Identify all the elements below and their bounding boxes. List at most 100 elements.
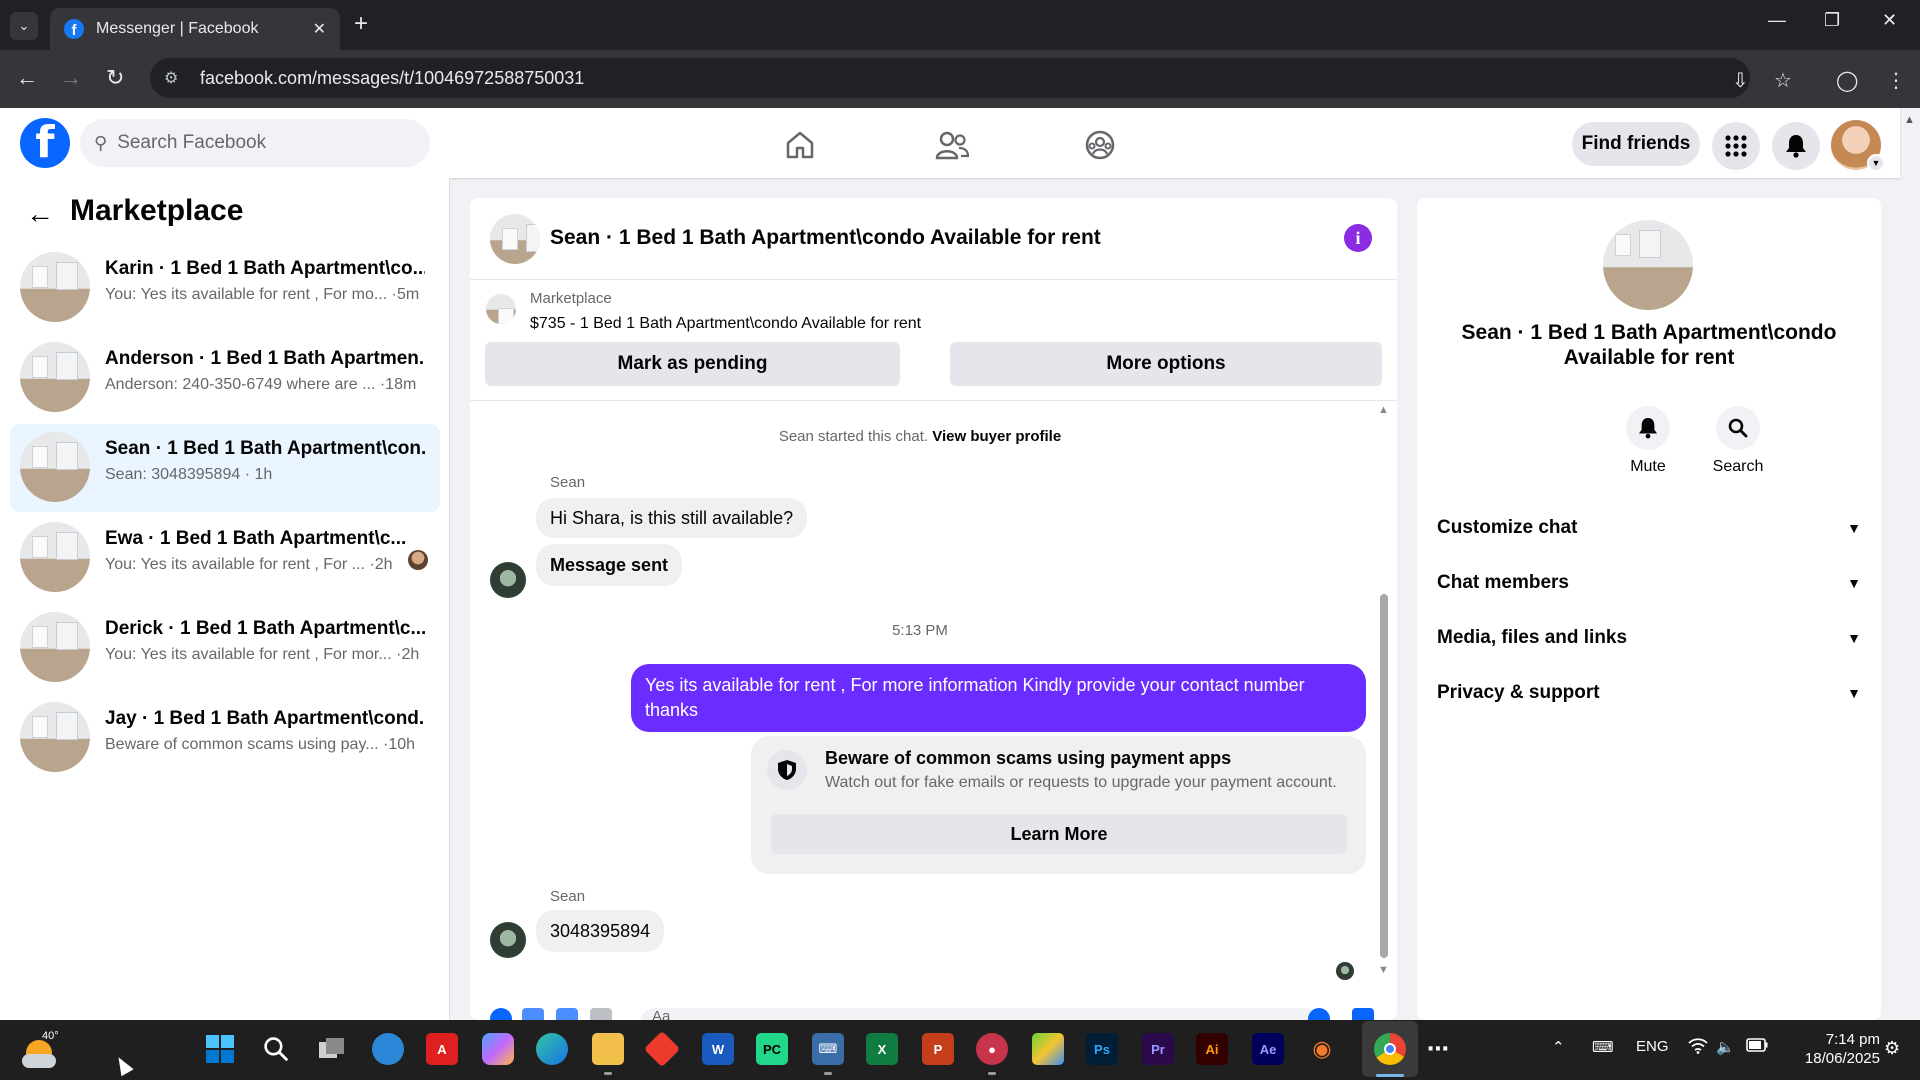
more-apps-icon[interactable]: ⋯ — [1422, 1033, 1454, 1065]
maps-icon[interactable] — [372, 1033, 404, 1065]
volume-icon[interactable]: 🔈 — [1716, 1038, 1735, 1056]
listing-price-title[interactable]: $735 - 1 Bed 1 Bath Apartment\condo Avai… — [530, 315, 921, 333]
photo-icon[interactable] — [522, 1008, 544, 1020]
page-scroll-up-icon[interactable]: ▲ — [1904, 114, 1915, 126]
illustrator-icon[interactable]: Ai — [1196, 1033, 1228, 1065]
conversation-item[interactable]: Jay · 1 Bed 1 Bath Apartment\cond... Bew… — [10, 694, 440, 782]
scroll-up-icon[interactable]: ▲ — [1378, 404, 1389, 416]
anydesk-icon[interactable] — [643, 1030, 681, 1068]
premiere-icon[interactable]: Pr — [1142, 1033, 1174, 1065]
after-effects-icon[interactable]: Ae — [1252, 1033, 1284, 1065]
recorder-icon[interactable]: ● — [976, 1033, 1008, 1065]
mark-as-pending-button[interactable]: Mark as pending — [485, 342, 900, 386]
incoming-message[interactable]: 3048395894 — [536, 910, 665, 952]
sticker-icon[interactable] — [556, 1008, 578, 1020]
minimize-icon[interactable]: — — [1768, 10, 1786, 31]
input-language[interactable]: ENG — [1636, 1038, 1669, 1055]
word-icon[interactable]: W — [702, 1033, 734, 1065]
chat-scrollbar[interactable]: ▲ ▼ — [1378, 404, 1390, 976]
conversation-item[interactable]: Derick · 1 Bed 1 Bath Apartment\c... You… — [10, 604, 440, 692]
file-explorer-icon[interactable] — [592, 1033, 624, 1065]
like-icon[interactable] — [1352, 1008, 1374, 1020]
blender-icon[interactable]: ◉ — [1306, 1033, 1338, 1065]
profile-icon[interactable]: ◯ — [1836, 68, 1858, 93]
keyboard-icon[interactable]: ⌨ — [1592, 1038, 1614, 1056]
bluestacks-icon[interactable] — [1032, 1033, 1064, 1065]
groups-icon[interactable] — [1080, 128, 1120, 162]
chat-listing-thumbnail[interactable] — [490, 214, 540, 264]
notification-center-icon[interactable]: ⚙ — [1884, 1038, 1900, 1059]
gif-icon[interactable] — [590, 1008, 612, 1020]
start-icon[interactable] — [204, 1033, 236, 1065]
message-input[interactable]: Aa — [640, 1008, 1320, 1020]
customize-chat-section[interactable]: Customize chat ▼ — [1437, 508, 1861, 548]
scroll-thumb[interactable] — [1380, 594, 1388, 958]
info-icon[interactable]: i — [1344, 224, 1372, 252]
copilot-icon[interactable] — [482, 1033, 514, 1065]
photoshop-icon[interactable]: Ps — [1086, 1033, 1118, 1065]
edge-icon[interactable] — [536, 1033, 568, 1065]
menu-grid-icon[interactable] — [1712, 122, 1760, 170]
listing-photo[interactable] — [1603, 220, 1693, 310]
tray-chevron-up-icon[interactable]: ⌃ — [1552, 1038, 1565, 1056]
incoming-message[interactable]: Message sent — [536, 544, 683, 586]
system-clock[interactable]: 7:14 pm 18/06/2025 — [1780, 1030, 1880, 1068]
facebook-search-input[interactable]: ⚲ Search Facebook — [80, 119, 430, 167]
friends-icon[interactable] — [932, 128, 972, 162]
emoji-icon[interactable] — [1308, 1008, 1330, 1020]
excel-icon[interactable]: X — [866, 1033, 898, 1065]
weather-widget[interactable]: 40° — [22, 1030, 59, 1068]
outgoing-message[interactable]: Yes its available for rent , For more in… — [631, 664, 1366, 732]
scroll-down-icon[interactable]: ▼ — [1378, 964, 1389, 976]
battery-icon[interactable] — [1746, 1038, 1768, 1056]
restore-icon[interactable]: ❐ — [1824, 10, 1840, 31]
browser-menu-icon[interactable]: ⋮ — [1886, 68, 1906, 93]
taskbar-search-icon[interactable] — [260, 1033, 292, 1065]
pycharm-icon[interactable]: PC — [756, 1033, 788, 1065]
notifications-bell-icon[interactable] — [1772, 122, 1820, 170]
learn-more-button[interactable]: Learn More — [771, 814, 1347, 854]
account-avatar[interactable]: ▼ — [1831, 120, 1885, 172]
conversation-item[interactable]: Ewa · 1 Bed 1 Bath Apartment\c... You: Y… — [10, 514, 440, 602]
plus-icon[interactable] — [490, 1008, 512, 1020]
search-icon[interactable] — [1716, 406, 1760, 450]
site-settings-icon[interactable]: ⚙ — [164, 68, 186, 88]
more-options-button[interactable]: More options — [950, 342, 1382, 386]
incoming-message[interactable]: Hi Shara, is this still available? — [536, 498, 808, 538]
chrome-icon[interactable] — [1374, 1033, 1406, 1065]
task-view-icon[interactable] — [316, 1033, 348, 1065]
acrobat-icon[interactable]: A — [426, 1033, 458, 1065]
media-files-links-section[interactable]: Media, files and links ▼ — [1437, 618, 1861, 658]
back-arrow-icon[interactable]: ← — [26, 198, 54, 230]
conversation-item-active[interactable]: Sean · 1 Bed 1 Bath Apartment\con... Sea… — [10, 424, 440, 512]
powerpoint-icon[interactable]: P — [922, 1033, 954, 1065]
new-tab-button[interactable]: + — [354, 12, 368, 36]
search-action[interactable]: Search — [1698, 406, 1778, 476]
reload-icon[interactable]: ↻ — [106, 66, 124, 90]
keyboard-app-icon[interactable]: ⌨ — [812, 1033, 844, 1065]
sender-avatar[interactable] — [490, 922, 526, 958]
tab-search-dropdown[interactable]: ⌄ — [10, 12, 38, 40]
bookmark-star-icon[interactable]: ☆ — [1774, 68, 1792, 93]
home-icon[interactable] — [780, 128, 820, 162]
window-close-icon[interactable]: ✕ — [1882, 10, 1897, 31]
privacy-support-section[interactable]: Privacy & support ▼ — [1437, 673, 1861, 713]
address-bar[interactable]: ⚙ facebook.com/messages/t/10046972588750… — [150, 58, 1750, 98]
browser-tab[interactable]: f Messenger | Facebook ✕ — [50, 8, 340, 50]
back-arrow-icon[interactable]: ← — [16, 66, 38, 90]
chat-members-section[interactable]: Chat members ▼ — [1437, 563, 1861, 603]
conversation-item[interactable]: Karin · 1 Bed 1 Bath Apartment\co... You… — [10, 244, 440, 332]
conversation-item[interactable]: Anderson · 1 Bed 1 Bath Apartmen... Ande… — [10, 334, 440, 422]
find-friends-button[interactable]: Find friends — [1572, 122, 1700, 166]
forward-arrow-icon[interactable]: → — [60, 66, 82, 90]
account-chevron-icon[interactable]: ▼ — [1867, 154, 1885, 172]
chat-title[interactable]: Sean · 1 Bed 1 Bath Apartment\condo Avai… — [550, 226, 1101, 250]
tab-close-icon[interactable]: ✕ — [313, 19, 326, 39]
sender-avatar[interactable] — [490, 562, 526, 598]
facebook-logo[interactable]: f — [20, 118, 70, 168]
bell-icon[interactable] — [1626, 406, 1670, 450]
wifi-icon[interactable] — [1688, 1038, 1708, 1058]
mute-action[interactable]: Mute — [1608, 406, 1688, 476]
install-app-icon[interactable]: ⇩ — [1732, 68, 1749, 93]
view-buyer-profile-link[interactable]: View buyer profile — [932, 428, 1061, 445]
